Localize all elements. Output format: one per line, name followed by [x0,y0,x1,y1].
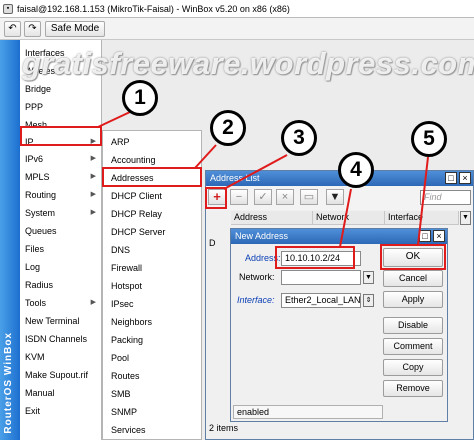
callout-connectors [97,111,429,248]
callout-3: 3 [281,120,317,156]
callout-5: 5 [411,121,447,157]
callout-2: 2 [210,110,246,146]
callout-1: 1 [122,80,158,116]
callout-4: 4 [338,152,374,188]
